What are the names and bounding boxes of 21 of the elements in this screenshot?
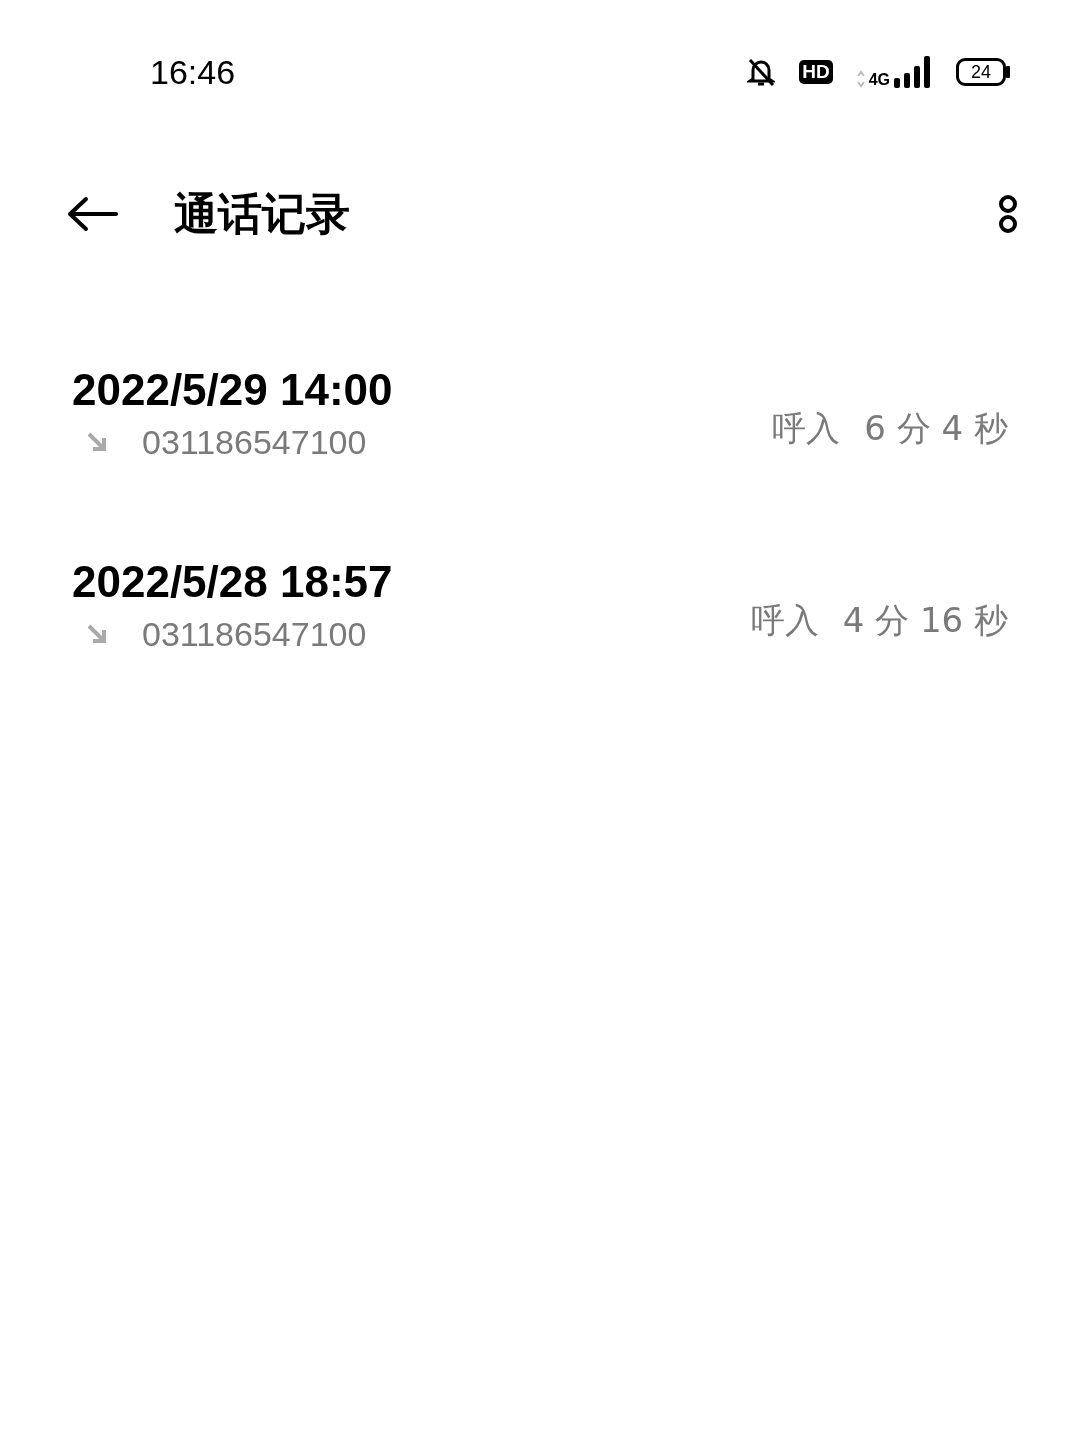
signal-icon <box>894 56 932 88</box>
more-options-button[interactable] <box>996 192 1020 236</box>
call-duration: 6 分 4 秒 <box>864 406 1008 450</box>
page-title: 通话记录 <box>174 187 350 241</box>
battery-level: 24 <box>956 58 1006 86</box>
call-row[interactable]: 2022/5/29 14:00 031186547100 呼入 6 分 4 秒 <box>0 320 1080 512</box>
data-arrows-icon <box>856 70 865 88</box>
call-type: 呼入 <box>750 598 819 642</box>
call-duration: 4 分 16 秒 <box>842 598 1008 642</box>
clock-time: 16:46 <box>150 51 236 93</box>
call-datetime: 2022/5/29 14:00 <box>72 364 393 417</box>
phone-number: 031186547100 <box>142 421 367 463</box>
phone-number: 031186547100 <box>142 613 367 655</box>
network-type: 4G <box>868 72 890 88</box>
call-type: 呼入 <box>772 406 841 450</box>
call-datetime: 2022/5/28 18:57 <box>72 556 393 609</box>
hd-badge: HD <box>799 59 833 85</box>
battery-tip-icon <box>1006 66 1010 78</box>
back-button[interactable] <box>66 196 118 232</box>
call-row[interactable]: 2022/5/28 18:57 031186547100 呼入 4 分 16 秒 <box>0 512 1080 704</box>
muted-bell-icon <box>747 57 776 87</box>
